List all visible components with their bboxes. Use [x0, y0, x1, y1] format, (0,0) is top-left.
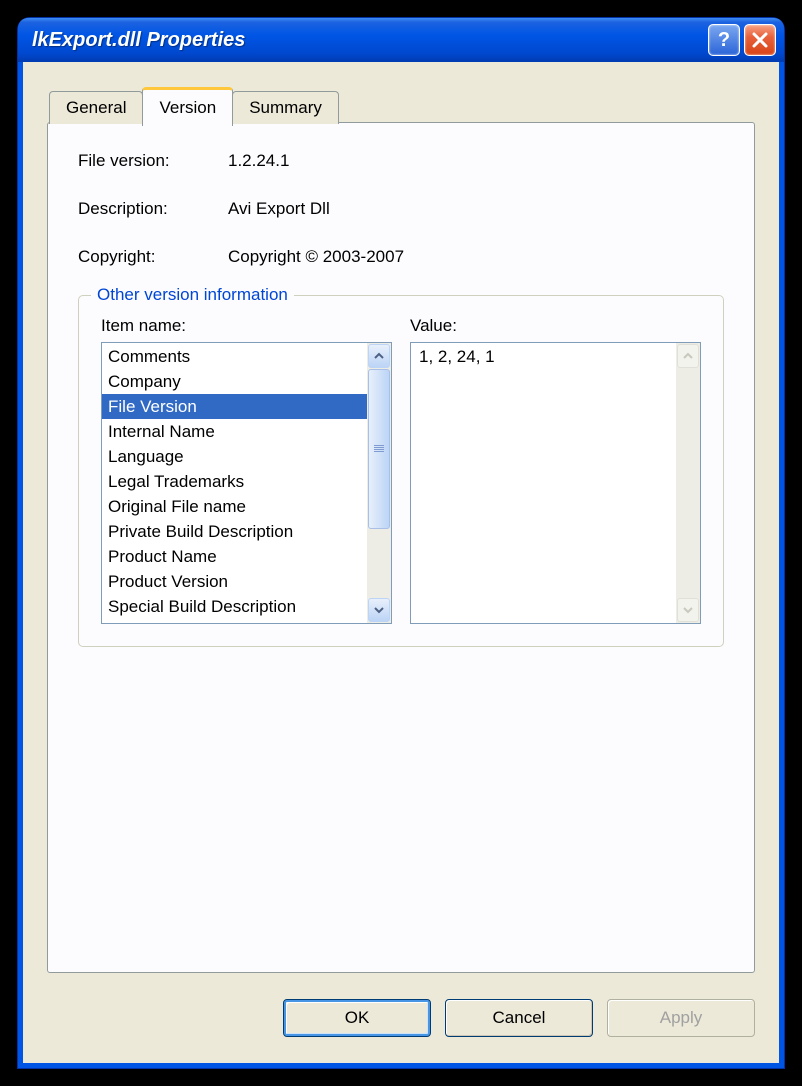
- file-version-row: File version: 1.2.24.1: [78, 151, 724, 171]
- item-name-label: Item name:: [101, 316, 392, 336]
- value-column: Value: 1, 2, 24, 1: [410, 316, 701, 624]
- list-item[interactable]: Special Build Description: [102, 594, 367, 619]
- scrollbar-track: [677, 369, 699, 597]
- titlebar-buttons: ?: [708, 24, 776, 56]
- chevron-up-icon: [374, 351, 384, 361]
- close-button[interactable]: [744, 24, 776, 56]
- help-button[interactable]: ?: [708, 24, 740, 56]
- apply-button: Apply: [607, 999, 755, 1037]
- list-item[interactable]: Original File name: [102, 494, 367, 519]
- chevron-down-icon: [374, 605, 384, 615]
- description-row: Description: Avi Export Dll: [78, 199, 724, 219]
- list-item[interactable]: Private Build Description: [102, 519, 367, 544]
- list-item[interactable]: Company: [102, 369, 367, 394]
- value-scrollbar: [676, 343, 700, 623]
- other-version-info-group: Other version information Item name: Com…: [78, 295, 724, 647]
- scroll-up-button[interactable]: [368, 344, 390, 368]
- scrollbar-thumb[interactable]: [368, 369, 390, 529]
- list-item[interactable]: File Version: [102, 394, 367, 419]
- scroll-down-button[interactable]: [368, 598, 390, 622]
- tab-strip: General Version Summary: [49, 87, 338, 124]
- value-textbox[interactable]: 1, 2, 24, 1: [410, 342, 701, 624]
- scroll-down-button: [677, 598, 699, 622]
- scroll-up-button: [677, 344, 699, 368]
- close-icon: [751, 31, 769, 49]
- item-name-listbox[interactable]: CommentsCompanyFile VersionInternal Name…: [101, 342, 392, 624]
- scrollbar-track[interactable]: [368, 369, 390, 597]
- properties-window: lkExport.dll Properties ? General Versio…: [18, 18, 784, 1068]
- tab-general[interactable]: General: [49, 91, 143, 124]
- description-value: Avi Export Dll: [228, 199, 724, 219]
- list-item[interactable]: Language: [102, 444, 367, 469]
- value-text: 1, 2, 24, 1: [411, 343, 676, 623]
- titlebar[interactable]: lkExport.dll Properties ?: [18, 18, 784, 62]
- list-item[interactable]: Internal Name: [102, 419, 367, 444]
- tab-version[interactable]: Version: [142, 87, 233, 126]
- item-name-column: Item name: CommentsCompanyFile VersionIn…: [101, 316, 392, 624]
- group-legend: Other version information: [91, 285, 294, 305]
- list-item[interactable]: Product Name: [102, 544, 367, 569]
- copyright-value: Copyright © 2003-2007: [228, 247, 724, 267]
- client-area: General Version Summary File version: 1.…: [23, 62, 779, 1063]
- help-icon: ?: [718, 29, 730, 52]
- value-label: Value:: [410, 316, 701, 336]
- list-item[interactable]: Product Version: [102, 569, 367, 594]
- listbox-scrollbar[interactable]: [367, 343, 391, 623]
- window-title: lkExport.dll Properties: [32, 29, 708, 52]
- chevron-down-icon: [683, 605, 693, 615]
- copyright-label: Copyright:: [78, 247, 228, 267]
- copyright-row: Copyright: Copyright © 2003-2007: [78, 247, 724, 267]
- file-version-label: File version:: [78, 151, 228, 171]
- list-item[interactable]: Comments: [102, 344, 367, 369]
- list-item[interactable]: Legal Trademarks: [102, 469, 367, 494]
- description-label: Description:: [78, 199, 228, 219]
- dialog-buttons: OK Cancel Apply: [283, 999, 755, 1037]
- tab-summary[interactable]: Summary: [232, 91, 339, 124]
- version-panel: File version: 1.2.24.1 Description: Avi …: [47, 122, 755, 973]
- ok-button[interactable]: OK: [283, 999, 431, 1037]
- cancel-button[interactable]: Cancel: [445, 999, 593, 1037]
- file-version-value: 1.2.24.1: [228, 151, 724, 171]
- chevron-up-icon: [683, 351, 693, 361]
